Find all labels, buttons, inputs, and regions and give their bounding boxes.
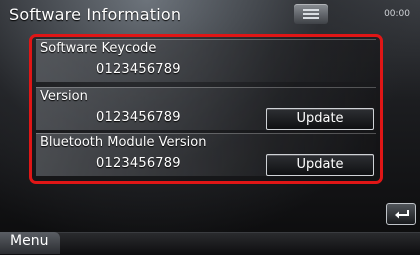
- menu-button[interactable]: Menu: [0, 232, 60, 254]
- version-update-button[interactable]: Update: [266, 108, 374, 130]
- software-info-panel: Software Keycode 0123456789 Version 0123…: [29, 34, 383, 184]
- software-keycode-label: Software Keycode: [40, 41, 157, 56]
- bluetooth-module-label: Bluetooth Module Version: [40, 135, 207, 150]
- version-section: Version 0123456789 Update: [36, 87, 376, 130]
- version-label: Version: [40, 89, 88, 104]
- list-icon: [303, 9, 319, 19]
- version-value: 0123456789: [96, 110, 181, 125]
- software-keycode-section: Software Keycode 0123456789: [36, 39, 376, 82]
- clock: 00:00: [384, 9, 410, 19]
- back-arrow-icon: [395, 210, 409, 219]
- list-button[interactable]: [294, 4, 328, 24]
- bluetooth-module-section: Bluetooth Module Version 0123456789 Upda…: [36, 133, 376, 176]
- bluetooth-update-button[interactable]: Update: [266, 154, 374, 176]
- page-title: Software Information: [9, 5, 182, 24]
- menu-bar: [0, 232, 420, 255]
- software-information-screen: Software Information 00:00 Software Keyc…: [0, 0, 420, 255]
- back-button[interactable]: [386, 203, 416, 225]
- software-keycode-value: 0123456789: [96, 62, 181, 77]
- bluetooth-module-value: 0123456789: [96, 156, 181, 171]
- menu-label: Menu: [10, 233, 49, 249]
